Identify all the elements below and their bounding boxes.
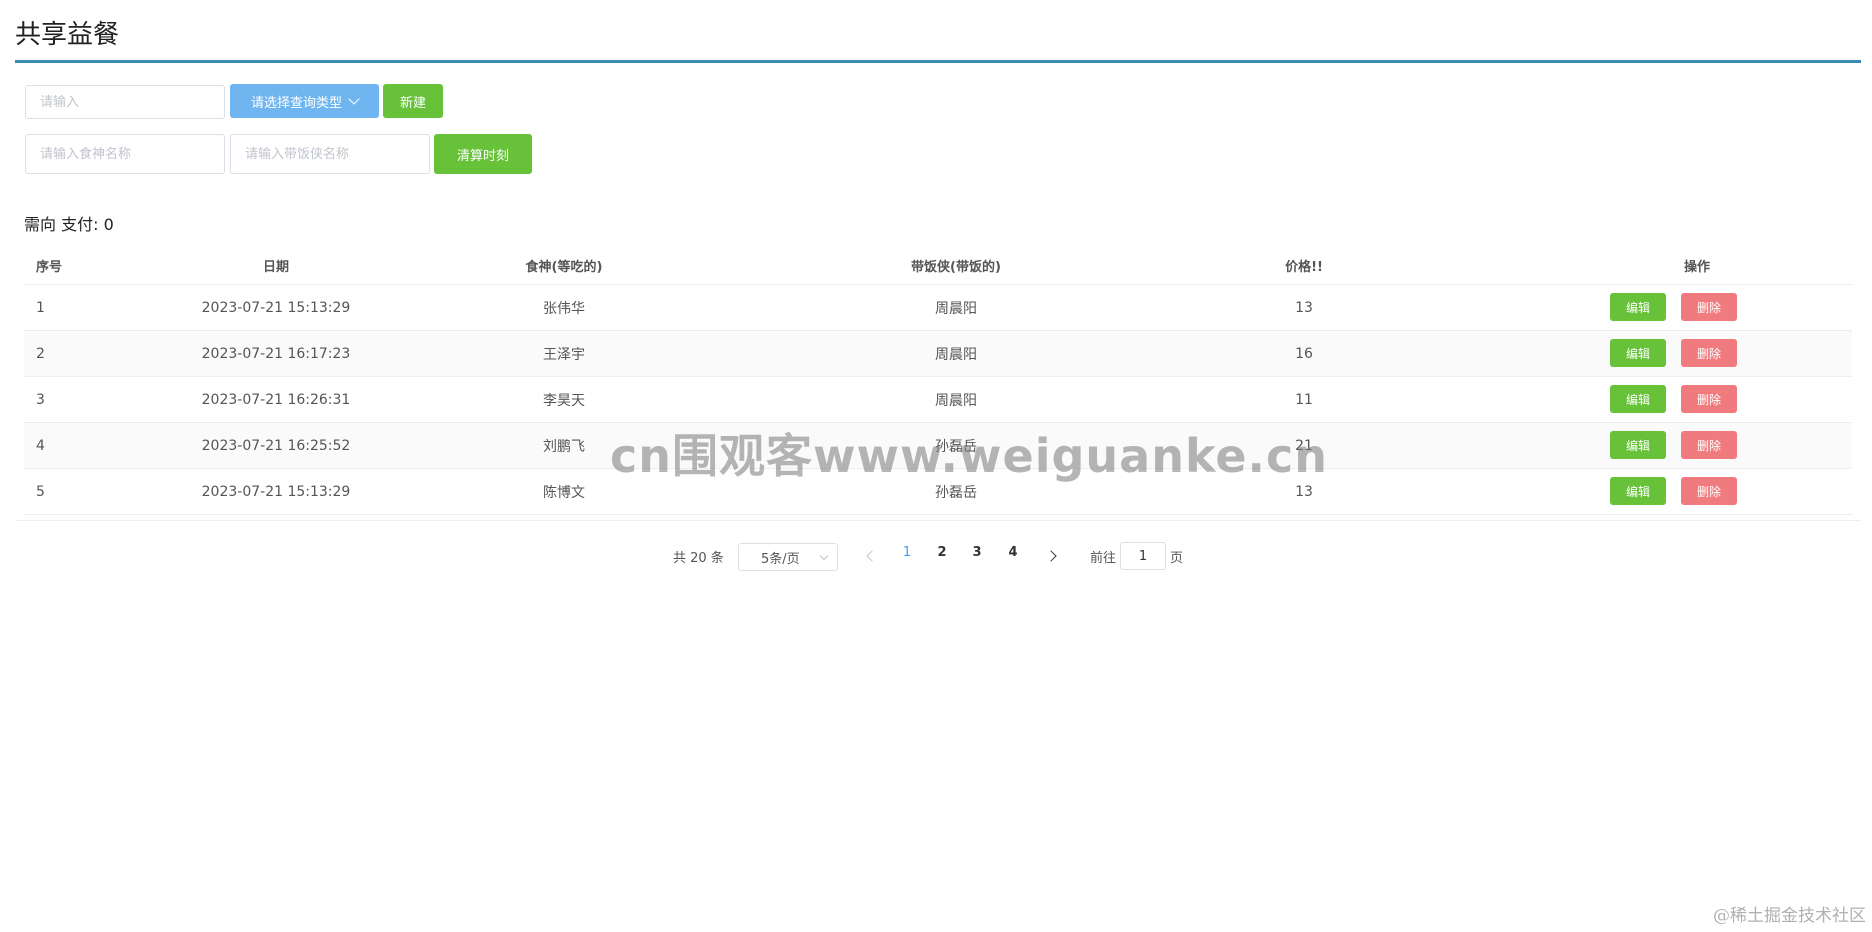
header-price: 价格!! (1285, 259, 1323, 275)
row-price: 11 (1295, 391, 1313, 408)
edit-button[interactable]: 编辑 (1610, 385, 1666, 413)
delete-button[interactable]: 删除 (1681, 477, 1737, 505)
row-carrier: 周晨阳 (935, 300, 977, 317)
row-eater: 刘鹏飞 (543, 438, 585, 455)
goto-page-input[interactable] (1120, 542, 1166, 570)
row-carrier: 孙磊岳 (935, 484, 977, 501)
header-eater: 食神(等吃的) (525, 259, 603, 275)
payment-summary: 需向 支付: 0 (24, 215, 114, 234)
edit-button[interactable]: 编辑 (1610, 477, 1666, 505)
row-eater: 王泽宇 (543, 346, 585, 363)
prev-page-icon[interactable] (866, 550, 878, 562)
chevron-down-icon (348, 92, 360, 105)
page-suffix: 页 (1170, 550, 1184, 566)
row-carrier: 周晨阳 (935, 346, 977, 363)
row-carrier: 周晨阳 (935, 392, 977, 409)
table-row: 5 2023-07-21 15:13:29 陈博文 孙磊岳 13 编辑 删除 (24, 469, 1852, 515)
table-row: 3 2023-07-21 16:26:31 李昊天 周晨阳 11 编辑 删除 (24, 377, 1852, 423)
settle-button[interactable]: 清算时刻 (434, 134, 532, 174)
page-4[interactable]: 4 (1003, 545, 1023, 560)
header-date: 日期 (262, 259, 289, 275)
search-input[interactable] (25, 85, 225, 119)
table-row: 2 2023-07-21 16:17:23 王泽宇 周晨阳 16 编辑 删除 (24, 331, 1852, 377)
header-ops: 操作 (1683, 259, 1710, 275)
page-2[interactable]: 2 (932, 545, 952, 560)
page-size-label: 5条/页 (761, 551, 800, 567)
query-type-dropdown[interactable]: 请选择查询类型 (230, 84, 379, 118)
eater-name-input[interactable] (25, 134, 225, 174)
table-bottom-divider (15, 520, 1861, 521)
delete-button[interactable]: 删除 (1681, 431, 1737, 459)
new-button-label: 新建 (399, 95, 426, 111)
query-type-label: 请选择查询类型 (250, 95, 342, 111)
title-divider (15, 60, 1861, 63)
page-size-select[interactable]: 5条/页 (738, 543, 838, 571)
row-date: 2023-07-21 16:25:52 (201, 437, 351, 454)
header-carrier: 带饭侠(带饭的) (911, 259, 1001, 275)
pagination-total: 共 20 条 (673, 550, 724, 566)
row-carrier: 孙磊岳 (935, 438, 977, 455)
row-idx: 1 (36, 299, 45, 316)
row-eater: 张伟华 (543, 300, 585, 317)
row-date: 2023-07-21 16:17:23 (201, 345, 351, 362)
row-date: 2023-07-21 15:13:29 (201, 299, 351, 316)
delete-button[interactable]: 删除 (1681, 293, 1737, 321)
row-date: 2023-07-21 16:26:31 (201, 391, 351, 408)
corner-watermark: @稀土掘金技术社区 (1713, 906, 1866, 926)
page-title: 共享益餐 (15, 20, 120, 50)
edit-button[interactable]: 编辑 (1610, 431, 1666, 459)
row-eater: 陈博文 (543, 484, 585, 501)
row-idx: 5 (36, 483, 45, 500)
new-button[interactable]: 新建 (383, 84, 443, 118)
row-price: 21 (1295, 437, 1313, 454)
table-header: 序号 日期 食神(等吃的) 带饭侠(带饭的) 价格!! 操作 (24, 246, 1852, 285)
records-table: 序号 日期 食神(等吃的) 带饭侠(带饭的) 价格!! 操作 1 2023-07… (24, 246, 1852, 515)
edit-button[interactable]: 编辑 (1610, 293, 1666, 321)
row-price: 16 (1295, 345, 1313, 362)
delete-button[interactable]: 删除 (1681, 385, 1737, 413)
goto-label: 前往 (1090, 550, 1117, 566)
header-idx: 序号 (36, 259, 63, 275)
row-idx: 2 (36, 345, 45, 362)
delete-button[interactable]: 删除 (1681, 339, 1737, 367)
table-row: 1 2023-07-21 15:13:29 张伟华 周晨阳 13 编辑 删除 (24, 285, 1852, 331)
row-price: 13 (1295, 483, 1313, 500)
row-idx: 4 (36, 437, 45, 454)
next-page-icon[interactable] (1045, 550, 1057, 562)
carrier-name-input[interactable] (230, 134, 430, 174)
page-3[interactable]: 3 (967, 545, 987, 560)
chevron-down-icon (819, 551, 829, 561)
table-row: 4 2023-07-21 16:25:52 刘鹏飞 孙磊岳 21 编辑 删除 (24, 423, 1852, 469)
row-date: 2023-07-21 15:13:29 (201, 483, 351, 500)
row-price: 13 (1295, 299, 1313, 316)
page-1[interactable]: 1 (897, 545, 917, 560)
row-eater: 李昊天 (543, 392, 585, 409)
row-idx: 3 (36, 391, 45, 408)
edit-button[interactable]: 编辑 (1610, 339, 1666, 367)
settle-button-label: 清算时刻 (456, 148, 509, 164)
